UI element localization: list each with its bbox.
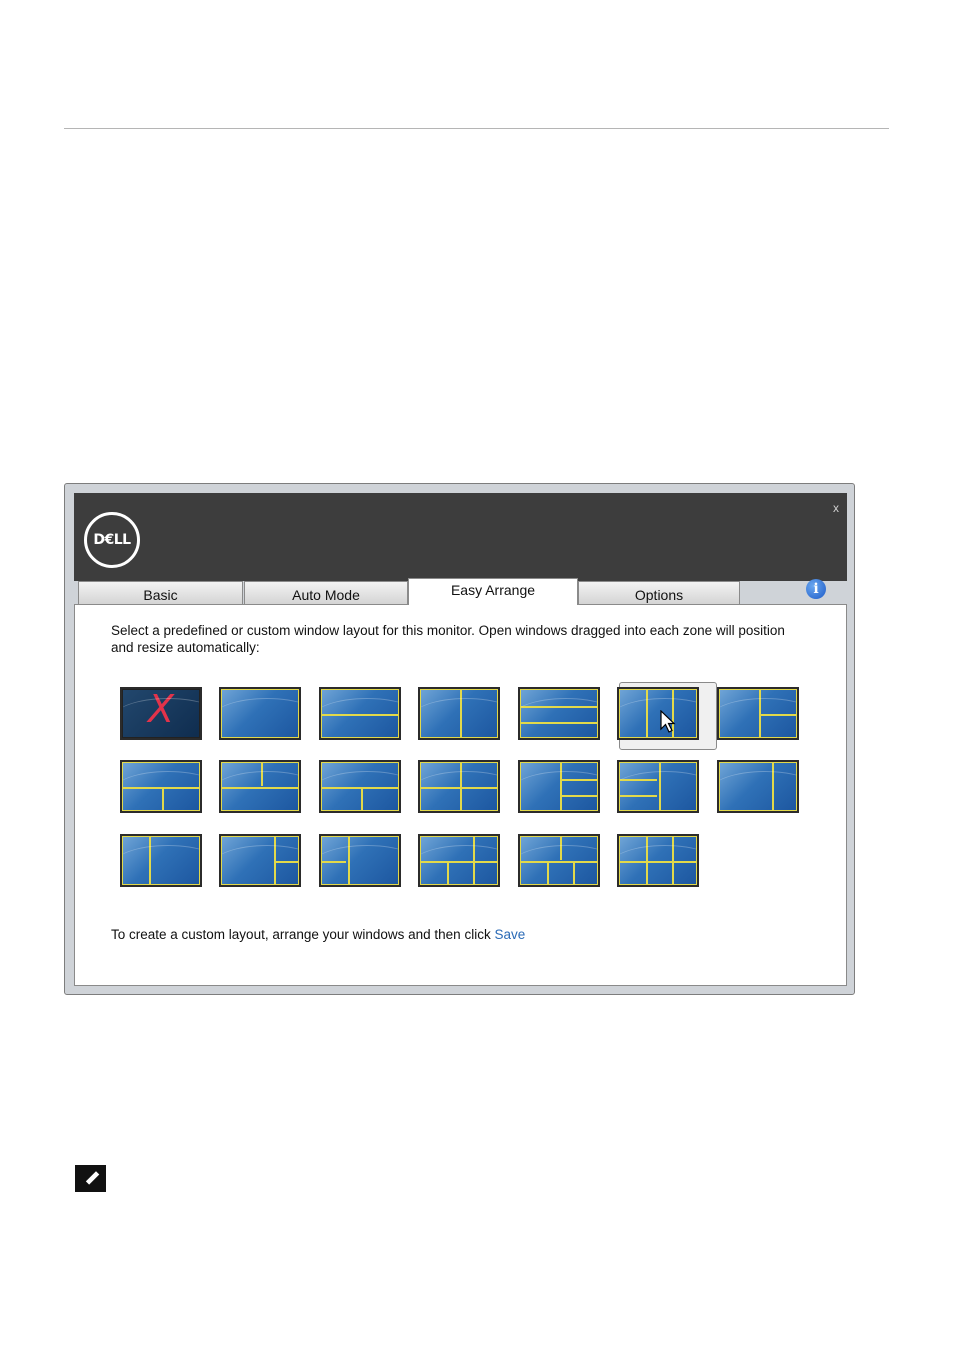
layout-thumb-3-vertical[interactable] (617, 687, 699, 740)
disabled-x-icon: X (147, 689, 175, 731)
layout-thumb-off[interactable]: X (120, 687, 202, 740)
layout-thumb-wide-right[interactable] (717, 760, 799, 813)
layout-thumb-complex-5[interactable] (418, 834, 500, 887)
layout-thumb-wide-left-split-right[interactable] (219, 834, 301, 887)
layout-thumb-left-plus-three[interactable] (518, 760, 600, 813)
layout-thumb-2-horizontal[interactable] (319, 687, 401, 740)
layout-thumb-full[interactable] (219, 687, 301, 740)
tab-options[interactable]: Options (578, 581, 740, 605)
layout-thumb-top-bottom-split-left[interactable] (120, 760, 202, 813)
save-link[interactable]: Save (494, 927, 525, 942)
layout-thumb-six-grid[interactable] (617, 834, 699, 887)
layout-thumb-2-vertical[interactable] (418, 687, 500, 740)
titlebar: D€LL x (74, 493, 847, 581)
info-icon[interactable]: i (806, 579, 826, 599)
mouse-cursor-icon (660, 710, 676, 733)
tab-easy-arrange[interactable]: Easy Arrange (408, 578, 578, 605)
layout-thumb-bottom-right-split[interactable] (319, 760, 401, 813)
page-rule (64, 128, 889, 129)
layout-thumb-split-left-wide-right[interactable] (319, 834, 401, 887)
layout-thumb-three-plus-right[interactable] (617, 760, 699, 813)
layout-thumb-left-right-split[interactable] (717, 687, 799, 740)
close-icon[interactable]: x (833, 501, 839, 515)
dell-display-manager-window: D€LL x Basic Auto Mode Easy Arrange Opti… (64, 483, 855, 995)
dell-logo: D€LL (84, 512, 140, 568)
custom-layout-hint: To create a custom layout, arrange your … (111, 927, 525, 942)
easy-arrange-panel: Select a predefined or custom window lay… (74, 604, 847, 986)
footer-text: To create a custom layout, arrange your … (111, 927, 495, 942)
layout-thumb-complex-6[interactable] (518, 834, 600, 887)
layout-description: Select a predefined or custom window lay… (111, 623, 785, 655)
tab-basic[interactable]: Basic (78, 581, 243, 605)
tab-auto-mode[interactable]: Auto Mode (244, 581, 408, 605)
note-pencil-icon (75, 1165, 106, 1192)
layout-thumb-wide-left[interactable] (120, 834, 202, 887)
layout-thumb-top-split-bottom[interactable] (219, 760, 301, 813)
layout-thumb-3-horizontal[interactable] (518, 687, 600, 740)
layout-thumb-quad[interactable] (418, 760, 500, 813)
logo-text: D€LL (93, 532, 131, 548)
